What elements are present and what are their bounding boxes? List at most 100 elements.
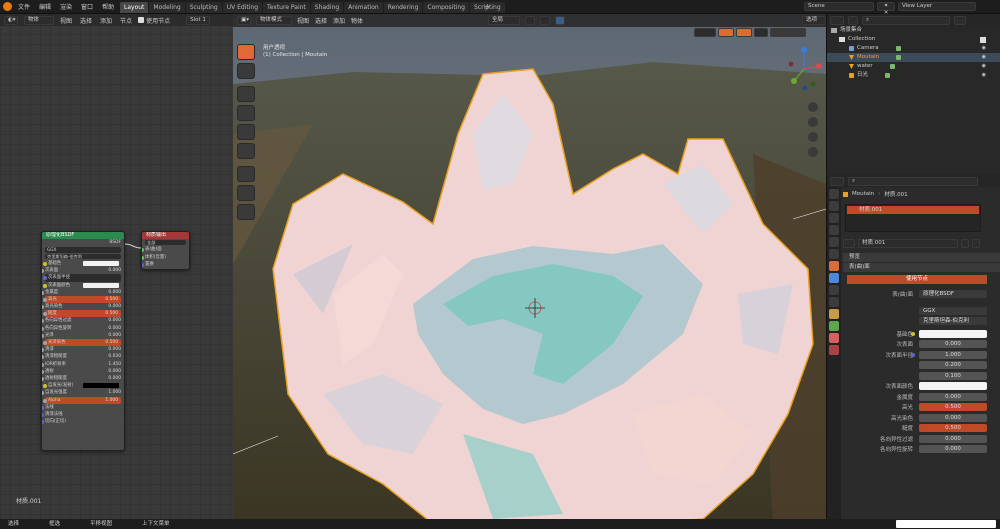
viewport-menu-item[interactable]: 物体 [351, 16, 363, 25]
property-field[interactable]: 1.000 [919, 350, 987, 359]
material-tab-icon[interactable] [829, 333, 839, 343]
viewport-menu-item[interactable]: 视图 [297, 16, 309, 25]
visibility-eye-icon[interactable]: ◉ [982, 62, 986, 71]
texture-tab-icon[interactable] [829, 345, 839, 355]
property-field[interactable]: 0.000 [919, 340, 987, 349]
object-data-icon[interactable] [889, 64, 895, 69]
outliner[interactable]: ⌕ 场景集合 Collection Camera ◉ Moutain ◉ water ◉ 日… [826, 14, 1000, 174]
rotate-icon[interactable] [237, 105, 255, 121]
preview-panel[interactable]: 预览 [843, 253, 1000, 262]
visibility-eye-icon[interactable]: ◉ [982, 53, 986, 62]
select-box-icon[interactable] [237, 44, 255, 60]
add-cube-icon[interactable] [237, 204, 255, 220]
menu-item[interactable]: 文件 [18, 2, 30, 11]
visibility-eye-icon[interactable]: ◉ [982, 71, 986, 80]
xray-icon[interactable] [754, 28, 768, 37]
measure-icon[interactable] [237, 185, 255, 201]
camera-view-icon[interactable] [808, 132, 818, 142]
transform-icon[interactable] [237, 143, 255, 159]
physics-tab-icon[interactable] [829, 297, 839, 307]
sss-method-select[interactable]: 克里斯坦森-伯克利 [919, 317, 987, 326]
mode-select[interactable]: 物体模式 [256, 16, 292, 25]
menu-item[interactable]: 窗口 [81, 2, 93, 11]
properties-search[interactable]: ⌕ [848, 176, 978, 186]
perspective-toggle-icon[interactable] [808, 147, 818, 157]
scene-selector[interactable]: Scene [804, 2, 874, 11]
property-field[interactable]: 0.500 [919, 424, 987, 433]
use-nodes-button[interactable]: 使用节点 [847, 275, 987, 284]
render-tab-icon[interactable] [829, 201, 839, 211]
snap-icon[interactable] [540, 16, 550, 25]
scene-collection-row[interactable]: 场景集合 [827, 26, 1000, 35]
property-field[interactable] [919, 382, 987, 391]
collection-row[interactable]: Collection [827, 35, 1000, 44]
property-field[interactable]: 0.000 [919, 413, 987, 422]
surface-panel[interactable]: 表(曲)面 [843, 263, 1000, 272]
filter-icon[interactable] [954, 15, 966, 25]
add-workspace-icon[interactable]: + [484, 2, 491, 11]
pivot-icon[interactable] [525, 16, 535, 25]
menu-item[interactable]: 编辑 [39, 2, 51, 11]
particles-tab-icon[interactable] [829, 285, 839, 295]
property-field[interactable] [919, 329, 987, 338]
shading-mode-icons[interactable] [770, 28, 806, 37]
tab-shading[interactable]: Shading [310, 2, 344, 13]
overlay-icon[interactable] [736, 28, 752, 37]
material-name-field[interactable]: 材质.001 [858, 239, 958, 248]
outliner-item-camera[interactable]: Camera ◉ [827, 44, 1000, 53]
world-tab-icon[interactable] [829, 249, 839, 259]
socket-dot-icon[interactable] [911, 352, 915, 357]
tab-sculpting[interactable]: Sculpting [185, 2, 222, 13]
distribution-select[interactable]: GGX [919, 306, 987, 315]
scene-tab-icon[interactable] [829, 237, 839, 247]
collection-checkbox[interactable] [980, 36, 986, 43]
property-field[interactable]: 0.100 [919, 371, 987, 380]
shader-node-editor[interactable]: ◐▾ 物体 视图 选择 添加 节点 使用节点 Slot 1 原理化BSDF BSDF … [0, 14, 233, 529]
viewport-menu-item[interactable]: 选择 [315, 16, 327, 25]
proportional-edit-icon[interactable] [555, 16, 565, 25]
properties-type-icon[interactable] [830, 176, 844, 186]
move-icon[interactable] [237, 86, 255, 102]
object-tab-icon[interactable] [829, 261, 839, 271]
tab-rendering[interactable]: Rendering [383, 2, 423, 13]
surface-shader-field[interactable]: 原理化BSDF [919, 290, 987, 299]
3d-viewport[interactable]: ▣▾ 物体模式 视图 选择 添加 物体 全局 选项 用户透视 (1) Collecti… [233, 14, 826, 529]
outliner-item-moutain[interactable]: Moutain ◉ [827, 53, 1000, 62]
outliner-item-water[interactable]: water ◉ [827, 62, 1000, 71]
annotate-icon[interactable] [237, 166, 255, 182]
options-button[interactable]: 选项 [802, 16, 826, 25]
object-data-icon[interactable] [895, 46, 901, 51]
pan-hand-icon[interactable] [808, 117, 818, 127]
zoom-icon[interactable] [808, 102, 818, 112]
view-layer-tab-icon[interactable] [829, 225, 839, 235]
tool-tab-icon[interactable] [829, 189, 839, 199]
tab-animation[interactable]: Animation [344, 2, 383, 13]
visibility-icon[interactable] [694, 28, 716, 37]
navigation-gizmo[interactable] [785, 44, 823, 94]
menu-item[interactable]: 帮助 [102, 2, 114, 11]
outliner-search-input[interactable]: ⌕ [862, 15, 950, 25]
modifier-tab-icon[interactable] [829, 273, 839, 283]
property-field[interactable]: 0.500 [919, 403, 987, 412]
browse-material-icon[interactable] [843, 239, 855, 248]
material-slot-list[interactable]: 材质.001 [845, 204, 981, 232]
view-layer-selector[interactable]: View Layer [898, 2, 976, 11]
tab-modeling[interactable]: Modeling [149, 2, 185, 13]
duplicate-icon[interactable] [961, 239, 969, 248]
unlink-icon[interactable] [972, 239, 980, 248]
cursor-icon[interactable] [237, 63, 255, 79]
property-field[interactable]: 0.000 [919, 445, 987, 454]
outliner-type-icon[interactable] [830, 15, 844, 25]
data-tab-icon[interactable] [829, 321, 839, 331]
viewport-menu-item[interactable]: 添加 [333, 16, 345, 25]
object-data-icon[interactable] [896, 55, 902, 60]
menu-item[interactable]: 渲染 [60, 2, 72, 11]
property-field[interactable]: 0.000 [919, 434, 987, 443]
filter-display-icon[interactable] [848, 15, 858, 25]
scale-icon[interactable] [237, 124, 255, 140]
properties-editor[interactable]: ⌕ Moutain › 材质.001 材质.001 材质.001 预览 表(曲)… [826, 175, 1000, 529]
socket-dot-icon[interactable] [911, 331, 915, 336]
transform-orientation[interactable]: 全局 [488, 16, 520, 25]
tab-uv-editing[interactable]: UV Editing [222, 2, 263, 13]
property-field[interactable]: 0.000 [919, 392, 987, 401]
